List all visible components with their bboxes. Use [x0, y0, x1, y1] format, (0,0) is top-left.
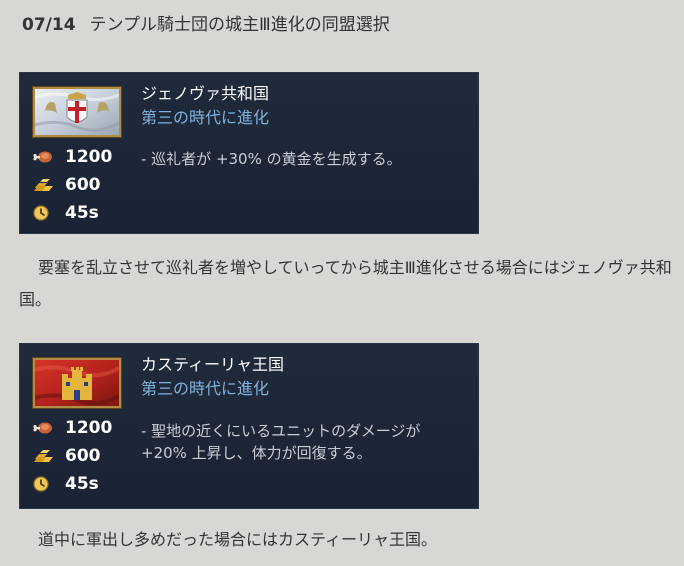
gold-cost: 600: [33, 444, 101, 468]
food-value: 1200: [65, 147, 113, 167]
food-value: 1200: [65, 418, 113, 438]
civ-bonus-description: - 聖地の近くにいるユニットのダメージが +20% 上昇し、体力が回復する。: [141, 422, 421, 462]
civ-name: カスティーリャ王国: [141, 355, 285, 374]
page-heading: 07/14 テンプル騎士団の城主Ⅲ進化の同盟選択: [22, 12, 390, 38]
heading-title: テンプル騎士団の城主Ⅲ進化の同盟選択: [89, 15, 390, 35]
time-cost: 45s: [33, 472, 99, 496]
gold-icon: [33, 447, 55, 465]
gold-cost: 600: [33, 173, 101, 197]
food-cost: 1200: [33, 145, 112, 169]
gold-icon: [33, 176, 55, 194]
time-value: 45s: [65, 474, 99, 494]
strategy-paragraph-castile: 道中に軍出し多めだった場合にはカスティーリャ王国。: [38, 530, 438, 549]
alliance-card-castile[interactable]: カスティーリャ王国 第三の時代に進化 1200 600 45s - 聖地の近くに…: [19, 343, 479, 509]
meat-icon: [33, 148, 55, 166]
food-cost: 1200: [33, 416, 112, 440]
civ-age-subtitle: 第三の時代に進化: [141, 108, 270, 127]
genoa-flag-emblem: [33, 87, 121, 137]
time-cost: 45s: [33, 201, 99, 225]
civ-bonus-description: - 巡礼者が +30% の黄金を生成する。: [141, 150, 402, 168]
meat-icon: [33, 419, 55, 437]
time-value: 45s: [65, 203, 99, 223]
gold-value: 600: [65, 446, 101, 466]
civ-name: ジェノヴァ共和国: [141, 84, 270, 103]
civ-age-subtitle: 第三の時代に進化: [141, 379, 270, 398]
strategy-paragraph-genoa: 要塞を乱立させて巡礼者を増やしていってから城主Ⅲ進化させる場合にはジェノヴァ共和…: [19, 258, 672, 309]
clock-icon: [33, 475, 55, 493]
castile-flag-emblem: [33, 358, 121, 408]
heading-date: 07/14: [22, 15, 76, 35]
clock-icon: [33, 204, 55, 222]
alliance-card-genoa[interactable]: ジェノヴァ共和国 第三の時代に進化 1200 600 45s - 巡礼者が +3…: [19, 72, 479, 234]
gold-value: 600: [65, 175, 101, 195]
